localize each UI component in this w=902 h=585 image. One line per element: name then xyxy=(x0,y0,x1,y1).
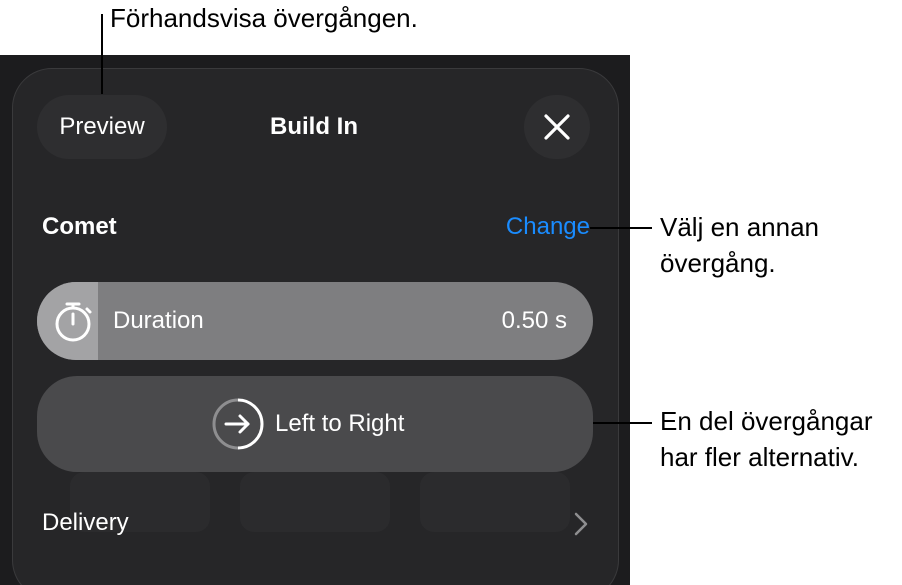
screenshot-root: Preview Build In Comet Change Duration 0… xyxy=(0,0,902,585)
duration-slider[interactable]: Duration 0.50 s xyxy=(37,282,593,360)
annotation-change-line2: övergång. xyxy=(660,248,776,278)
callout-line-change xyxy=(590,227,652,229)
change-effect-button[interactable]: Change xyxy=(490,210,590,244)
annotation-change-line1: Välj en annan xyxy=(660,212,820,242)
callout-line-preview xyxy=(101,14,103,94)
callout-line-direction xyxy=(593,422,652,424)
popover-title: Build In xyxy=(270,113,358,140)
arrow-right-circle-icon xyxy=(212,398,264,450)
delivery-label: Delivery xyxy=(42,509,129,536)
direction-label: Left to Right xyxy=(275,410,405,437)
annotation-preview: Förhandsvisa övergången. xyxy=(110,3,418,33)
duration-label: Duration xyxy=(113,307,204,334)
preview-button[interactable]: Preview xyxy=(37,95,167,159)
delivery-row[interactable]: Delivery xyxy=(14,500,604,546)
annotation-direction-line2: har fler alternativ. xyxy=(660,442,859,472)
direction-button[interactable]: Left to Right xyxy=(37,376,593,472)
direction-content: Left to Right xyxy=(211,398,405,450)
close-button[interactable] xyxy=(524,95,590,159)
effect-name: Comet xyxy=(42,213,117,240)
chevron-right-icon xyxy=(574,512,588,536)
annotation-direction-line1: En del övergångar xyxy=(660,406,873,436)
close-icon xyxy=(544,114,570,140)
stopwatch-icon xyxy=(55,302,92,342)
duration-value: 0.50 s xyxy=(501,307,567,334)
